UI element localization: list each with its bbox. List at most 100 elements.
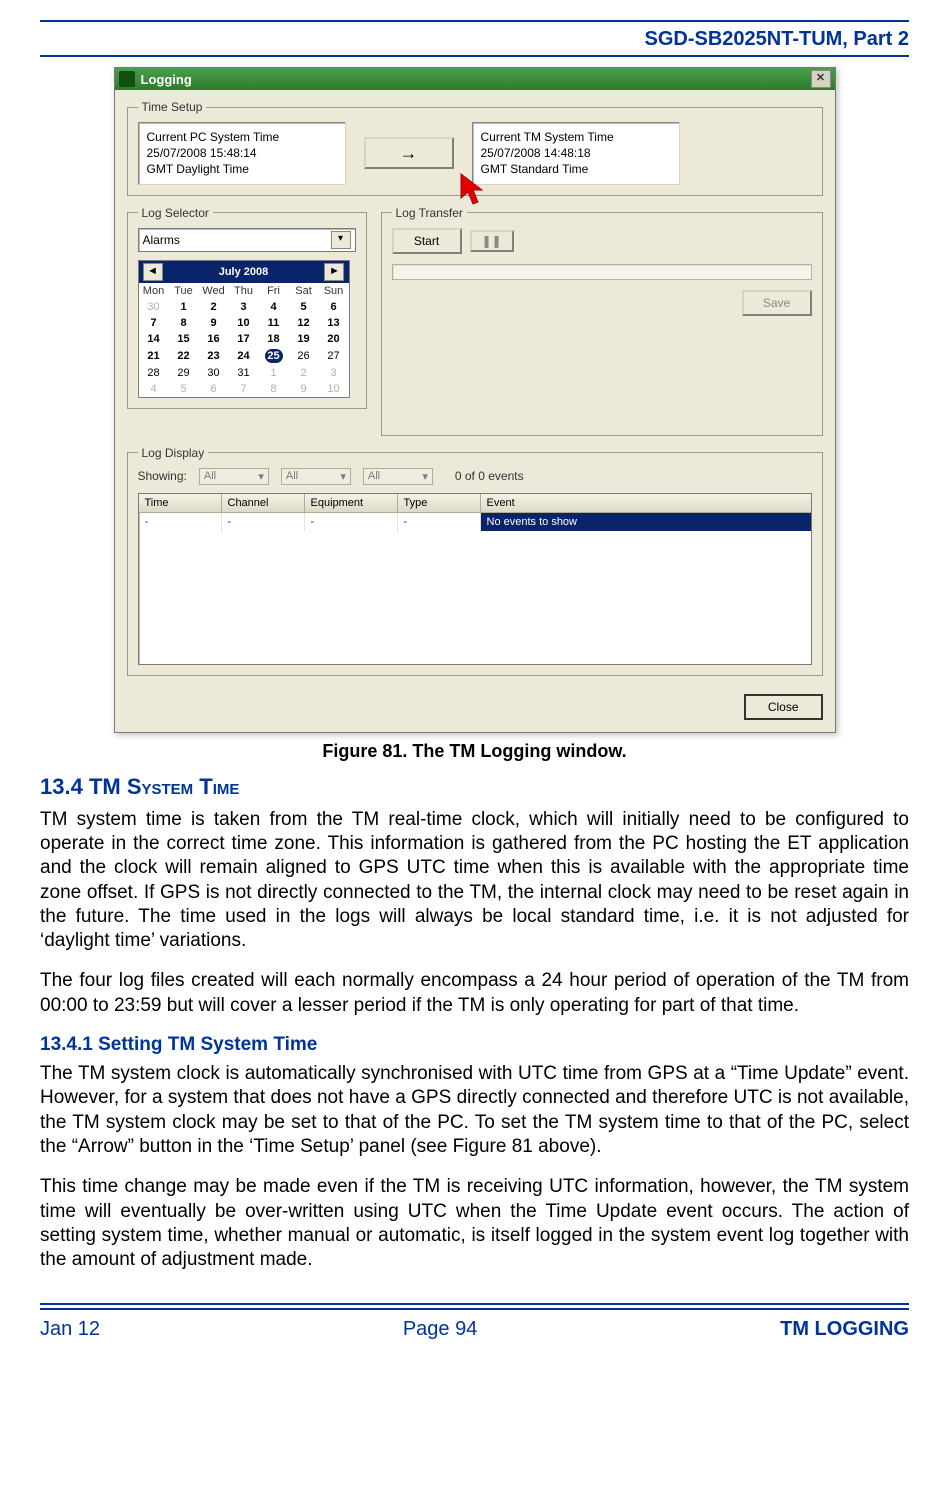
calendar: ◄ July 2008 ► MonTueWedThuFriSatSun 3012… — [138, 260, 350, 398]
calendar-day[interactable]: 17 — [229, 331, 259, 347]
calendar-day[interactable]: 21 — [139, 347, 169, 365]
calendar-day[interactable]: 27 — [319, 347, 349, 365]
calendar-day[interactable]: 4 — [139, 381, 169, 397]
calendar-day[interactable]: 14 — [139, 331, 169, 347]
calendar-dow: Sat — [289, 283, 319, 299]
calendar-day[interactable]: 5 — [289, 299, 319, 315]
filter-1-dropdown[interactable]: All ▾ — [199, 468, 269, 485]
pc-time-tz: GMT Daylight Time — [147, 161, 337, 177]
calendar-day[interactable]: 9 — [199, 315, 229, 331]
arrow-button[interactable]: → — [364, 137, 454, 169]
save-button[interactable]: Save — [742, 290, 812, 316]
calendar-day[interactable]: 13 — [319, 315, 349, 331]
calendar-day[interactable]: 2 — [199, 299, 229, 315]
section-heading: 13.4 TM System Time — [40, 774, 909, 800]
col-equipment[interactable]: Equipment — [305, 494, 398, 512]
time-setup-legend: Time Setup — [138, 100, 207, 114]
cell-equipment: - — [305, 513, 398, 531]
calendar-dow: Wed — [199, 283, 229, 299]
calendar-day[interactable]: 10 — [229, 315, 259, 331]
calendar-day[interactable]: 10 — [319, 381, 349, 397]
showing-label: Showing: — [138, 469, 187, 483]
calendar-week: 28293031123 — [139, 365, 349, 381]
grid-header-row: Time Channel Equipment Type Event — [139, 494, 811, 513]
footer-section: TM LOGGING — [780, 1318, 909, 1341]
calendar-day[interactable]: 2 — [289, 365, 319, 381]
calendar-dow: Fri — [259, 283, 289, 299]
tm-time-tz: GMT Standard Time — [481, 161, 671, 177]
time-setup-group: Time Setup Current PC System Time 25/07/… — [127, 100, 823, 196]
chevron-down-icon: ▾ — [340, 470, 346, 483]
col-event[interactable]: Event — [481, 494, 811, 512]
log-display-legend: Log Display — [138, 446, 209, 460]
calendar-day[interactable]: 28 — [139, 365, 169, 381]
window-title: Logging — [141, 72, 192, 87]
calendar-day[interactable]: 7 — [139, 315, 169, 331]
calendar-next-button[interactable]: ► — [324, 263, 344, 281]
filter-1-value: All — [204, 470, 216, 482]
calendar-day[interactable]: 20 — [319, 331, 349, 347]
calendar-day[interactable]: 24 — [229, 347, 259, 365]
cell-event: No events to show — [481, 513, 811, 531]
calendar-prev-button[interactable]: ◄ — [143, 263, 163, 281]
tm-time-header: Current TM System Time — [481, 129, 671, 145]
calendar-day[interactable]: 18 — [259, 331, 289, 347]
calendar-day[interactable]: 5 — [169, 381, 199, 397]
table-row: - - - - No events to show — [139, 513, 811, 531]
body-paragraph: This time change may be made even if the… — [40, 1175, 909, 1272]
calendar-day[interactable]: 1 — [169, 299, 199, 315]
calendar-day[interactable]: 16 — [199, 331, 229, 347]
log-selector-dropdown[interactable]: Alarms ▾ — [138, 228, 356, 252]
calendar-day[interactable]: 11 — [259, 315, 289, 331]
page-footer: Jan 12 Page 94 TM LOGGING — [40, 1303, 909, 1341]
filter-2-dropdown[interactable]: All ▾ — [281, 468, 351, 485]
window-close-button[interactable]: ✕ — [811, 70, 831, 88]
calendar-day[interactable]: 22 — [169, 347, 199, 365]
doc-header: SGD-SB2025NT-TUM, Part 2 — [40, 22, 909, 55]
filter-3-value: All — [368, 470, 380, 482]
calendar-day[interactable]: 19 — [289, 331, 319, 347]
body-paragraph: The TM system clock is automatically syn… — [40, 1062, 909, 1159]
calendar-day[interactable]: 6 — [319, 299, 349, 315]
events-grid: Time Channel Equipment Type Event - - - … — [138, 493, 812, 665]
calendar-day[interactable]: 12 — [289, 315, 319, 331]
calendar-dow: Mon — [139, 283, 169, 299]
log-transfer-group: Log Transfer Start ❚❚ Save — [381, 206, 823, 436]
col-type[interactable]: Type — [398, 494, 481, 512]
calendar-day[interactable]: 15 — [169, 331, 199, 347]
start-button[interactable]: Start — [392, 228, 462, 254]
calendar-day[interactable]: 1 — [259, 365, 289, 381]
subsection-heading: 13.4.1 Setting TM System Time — [40, 1034, 909, 1056]
col-channel[interactable]: Channel — [222, 494, 305, 512]
calendar-week: 45678910 — [139, 381, 349, 397]
events-count: 0 of 0 events — [455, 469, 524, 483]
calendar-day[interactable]: 7 — [229, 381, 259, 397]
calendar-week: 21222324252627 — [139, 347, 349, 365]
calendar-day[interactable]: 31 — [229, 365, 259, 381]
transfer-progress — [392, 264, 812, 280]
calendar-day[interactable]: 30 — [139, 299, 169, 315]
log-selector-legend: Log Selector — [138, 206, 213, 220]
calendar-dow: Tue — [169, 283, 199, 299]
close-button[interactable]: Close — [744, 694, 823, 720]
calendar-day[interactable]: 9 — [289, 381, 319, 397]
calendar-day[interactable]: 29 — [169, 365, 199, 381]
calendar-day[interactable]: 3 — [319, 365, 349, 381]
calendar-day[interactable]: 25 — [259, 347, 289, 365]
calendar-dow-row: MonTueWedThuFriSatSun — [139, 283, 349, 299]
pause-button[interactable]: ❚❚ — [470, 230, 514, 252]
calendar-day[interactable]: 3 — [229, 299, 259, 315]
calendar-day[interactable]: 23 — [199, 347, 229, 365]
tm-time-box: Current TM System Time 25/07/2008 14:48:… — [472, 122, 680, 185]
filter-3-dropdown[interactable]: All ▾ — [363, 468, 433, 485]
body-paragraph: The four log files created will each nor… — [40, 969, 909, 1018]
calendar-day[interactable]: 26 — [289, 347, 319, 365]
calendar-day[interactable]: 8 — [169, 315, 199, 331]
footer-date: Jan 12 — [40, 1318, 100, 1341]
chevron-down-icon: ▾ — [258, 470, 264, 483]
calendar-day[interactable]: 30 — [199, 365, 229, 381]
calendar-day[interactable]: 4 — [259, 299, 289, 315]
calendar-day[interactable]: 8 — [259, 381, 289, 397]
col-time[interactable]: Time — [139, 494, 222, 512]
calendar-day[interactable]: 6 — [199, 381, 229, 397]
